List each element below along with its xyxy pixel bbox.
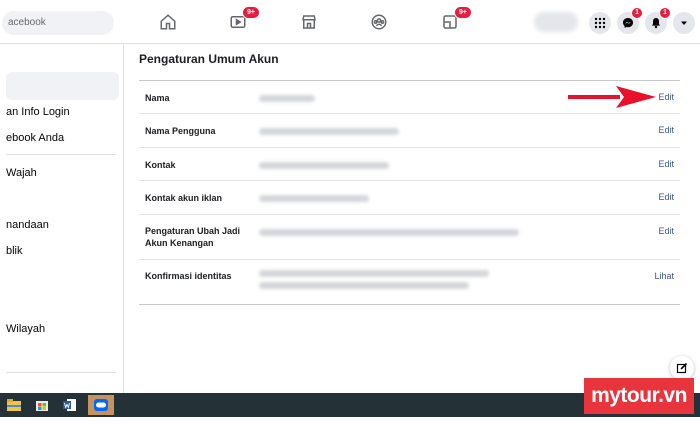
search-input[interactable]: acebook bbox=[2, 11, 114, 35]
watch-badge: 9+ bbox=[242, 6, 260, 19]
facebook-settings-window: acebook 9+ 9+ 1 1 an Info Login ebook An… bbox=[0, 0, 700, 424]
row-label: Kontak bbox=[145, 160, 176, 170]
sidebar-divider bbox=[6, 372, 116, 373]
gaming-icon[interactable]: 9+ bbox=[438, 6, 472, 34]
store-icon[interactable] bbox=[31, 395, 53, 415]
sidebar-divider bbox=[6, 154, 116, 155]
settings-row-identity-confirmation[interactable]: Konfirmasi identitas Lihat bbox=[139, 260, 680, 304]
blurred-value bbox=[259, 162, 389, 169]
edit-link[interactable]: Edit bbox=[658, 159, 674, 169]
account-menu-button[interactable] bbox=[673, 12, 695, 34]
watch-icon[interactable]: 9+ bbox=[226, 6, 260, 34]
red-arrow-annotation bbox=[568, 86, 656, 108]
file-explorer-icon[interactable] bbox=[3, 395, 25, 415]
sidebar-item-your-facebook[interactable]: ebook Anda bbox=[6, 132, 64, 144]
compose-icon bbox=[676, 362, 688, 374]
notifications-button[interactable]: 1 bbox=[645, 7, 671, 34]
mytour-watermark: mytour.vn bbox=[584, 378, 694, 414]
account-settings-list: Nama Edit Nama Pengguna Edit Kontak Edit… bbox=[139, 80, 680, 305]
row-label: Konfirmasi identitas bbox=[145, 271, 232, 281]
sidebar-item-active[interactable] bbox=[6, 72, 119, 100]
blurred-value bbox=[259, 195, 369, 202]
sidebar-item-public[interactable]: blik bbox=[6, 245, 23, 257]
messenger-badge: 1 bbox=[631, 7, 643, 19]
row-label: Nama bbox=[145, 93, 170, 103]
edit-link[interactable]: Edit bbox=[658, 192, 674, 202]
home-icon[interactable] bbox=[156, 10, 180, 34]
menu-button[interactable] bbox=[589, 12, 611, 34]
sidebar-item-tagging[interactable]: nandaan bbox=[6, 219, 49, 231]
page-title: Pengaturan Umum Akun bbox=[139, 52, 279, 66]
groups-icon[interactable] bbox=[367, 10, 391, 34]
marketplace-icon[interactable] bbox=[297, 10, 321, 34]
profile-button[interactable] bbox=[534, 12, 578, 32]
blurred-value bbox=[259, 229, 519, 236]
notifications-badge: 1 bbox=[659, 7, 671, 19]
settings-row-ad-contact[interactable]: Kontak akun iklan Edit bbox=[139, 181, 680, 215]
messenger-button[interactable]: 1 bbox=[617, 7, 643, 34]
edit-link[interactable]: Edit bbox=[658, 92, 674, 102]
blurred-value bbox=[259, 95, 315, 102]
gaming-badge: 9+ bbox=[454, 6, 472, 19]
blurred-value bbox=[259, 128, 399, 135]
top-navigation-bar: acebook 9+ 9+ 1 1 bbox=[0, 0, 700, 44]
settings-row-contact[interactable]: Kontak Edit bbox=[139, 148, 680, 181]
settings-row-username[interactable]: Nama Pengguna Edit bbox=[139, 114, 680, 148]
caret-down-icon bbox=[681, 21, 687, 25]
row-label: Kontak akun iklan bbox=[145, 193, 223, 203]
grid-icon bbox=[594, 17, 606, 29]
row-label: Nama Pengguna bbox=[145, 126, 216, 136]
blurred-value bbox=[259, 282, 469, 289]
sidebar-item-region[interactable]: Wilayah bbox=[6, 323, 45, 335]
sidebar-item-login-info[interactable]: an Info Login bbox=[6, 106, 70, 118]
settings-row-memorialization[interactable]: Pengaturan Ubah Jadi Akun Kenangan Edit bbox=[139, 215, 680, 260]
zalo-icon[interactable] bbox=[88, 395, 114, 415]
bell-icon bbox=[652, 18, 660, 29]
edit-link[interactable]: Edit bbox=[658, 226, 674, 236]
bottom-strip bbox=[0, 417, 700, 424]
messenger-icon bbox=[623, 18, 633, 28]
row-label: Pengaturan Ubah Jadi Akun Kenangan bbox=[145, 226, 241, 248]
sidebar-item-face[interactable]: Wajah bbox=[6, 167, 37, 179]
new-message-button[interactable] bbox=[670, 356, 694, 380]
blurred-value bbox=[259, 270, 489, 277]
word-icon[interactable] bbox=[59, 395, 81, 415]
settings-sidebar: an Info Login ebook Anda Wajah nandaan b… bbox=[0, 44, 124, 394]
edit-link[interactable]: Edit bbox=[658, 125, 674, 135]
view-link[interactable]: Lihat bbox=[654, 271, 674, 281]
